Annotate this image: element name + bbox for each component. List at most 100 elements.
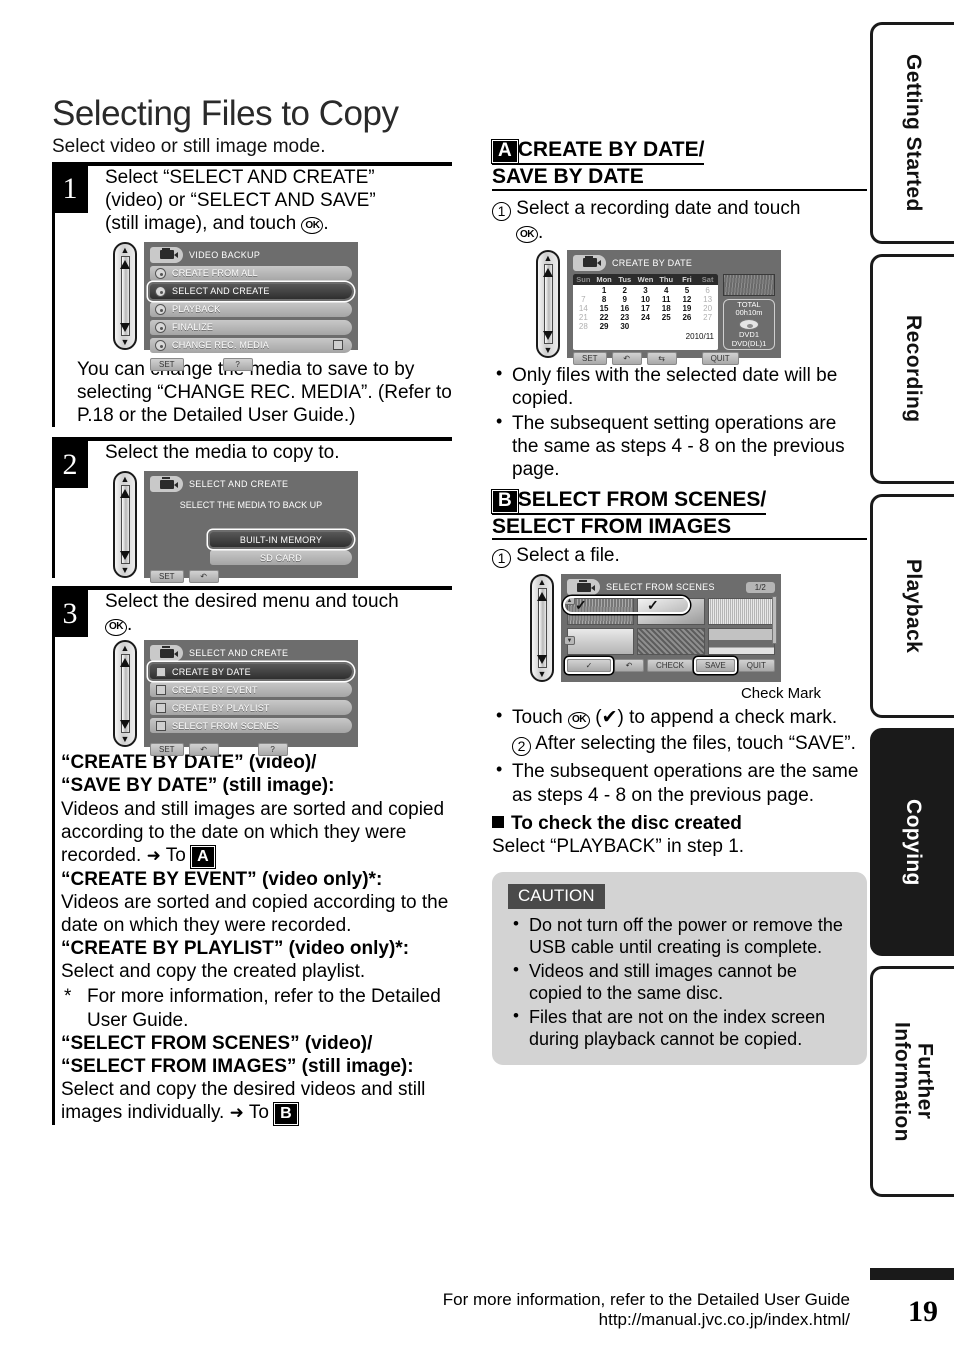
screen-title: SELECT AND CREATE — [189, 648, 289, 659]
scroll-down-icon[interactable]: ▼ — [121, 566, 130, 575]
scrollbar[interactable]: ▲ ▼ — [536, 249, 560, 358]
cal-cell[interactable]: 26 — [677, 313, 698, 322]
scrollbar[interactable]: ▲ ▼ — [530, 574, 554, 683]
cal-cell[interactable]: 4 — [656, 286, 677, 295]
menu-row[interactable]: CHANGE REC. MEDIA — [150, 337, 352, 353]
scroll-up-icon[interactable]: ▲ — [538, 578, 547, 587]
menu-row[interactable]: SELECT FROM SCENES — [150, 718, 352, 734]
tab-copying[interactable]: Copying — [870, 728, 954, 956]
option-sd-card[interactable]: SD CARD — [210, 550, 352, 566]
scrollbar[interactable]: ▲ ▼ — [113, 640, 137, 748]
arrow-icon: ➜ — [229, 1103, 244, 1123]
section-a-bullets: Only files with the selected date will b… — [492, 363, 867, 482]
thumbnail[interactable] — [567, 628, 635, 656]
scroll-down-icon[interactable]: ▼ — [121, 735, 130, 744]
scroll-up-icon[interactable]: ▲ — [121, 475, 130, 484]
tab-playback[interactable]: Playback — [870, 494, 954, 718]
thumbnail[interactable] — [567, 598, 635, 626]
back-button[interactable]: ↶ — [188, 743, 219, 757]
cal-cell[interactable]: 16 — [614, 304, 635, 313]
cal-cell[interactable]: 9 — [614, 295, 635, 304]
menu-row-selected[interactable]: CREATE BY DATE — [150, 664, 352, 680]
cal-cell[interactable]: 7 — [573, 295, 594, 304]
cal-cell[interactable]: 30 — [614, 322, 635, 331]
set-button[interactable]: SET — [150, 357, 184, 371]
scroll-down-icon[interactable]: ▼ — [544, 345, 553, 354]
cal-cell[interactable]: 14 — [573, 304, 594, 313]
scroll-thumb[interactable] — [120, 255, 130, 336]
tab-recording[interactable]: Recording — [870, 254, 954, 484]
scroll-down-icon[interactable]: ▼ — [121, 337, 130, 346]
scrollbar[interactable]: ▲ ▼ — [113, 241, 137, 350]
tab-further-information[interactable]: Further Information — [870, 966, 954, 1197]
cal-cell[interactable]: 6 — [697, 286, 718, 295]
calendar[interactable]: Sun Mon Tus Wen Thu Fri Sat 1 2 3 4 5 6 … — [573, 273, 718, 351]
scrollbar[interactable]: ▲ ▼ — [113, 471, 137, 579]
back-button[interactable]: ↶ — [614, 659, 644, 673]
thumb-scrollbar[interactable] — [771, 596, 777, 645]
thumbnail[interactable] — [637, 628, 705, 656]
scroll-up-icon[interactable]: ▲ — [121, 245, 130, 254]
thumbnail[interactable] — [707, 598, 775, 626]
cal-cell[interactable]: 8 — [594, 295, 615, 304]
cal-cell[interactable]: 17 — [635, 304, 656, 313]
scroll-thumb[interactable] — [543, 263, 553, 344]
back-button[interactable]: ↶ — [188, 570, 219, 584]
cal-cell[interactable]: 21 — [573, 313, 594, 322]
calendar-grid: 1 2 3 4 5 6 7 8 9 10 11 12 13 14 15 16 1… — [573, 285, 718, 331]
footnote-marker: * — [64, 986, 72, 1008]
cal-cell[interactable]: 20 — [697, 304, 718, 313]
cal-cell[interactable]: 5 — [677, 286, 698, 295]
quit-button[interactable]: QUIT — [737, 659, 775, 673]
step-3: 3 Select the desired menu and touch OK. … — [52, 590, 452, 1126]
cal-cell[interactable]: 10 — [635, 295, 656, 304]
cal-cell[interactable]: 3 — [635, 286, 656, 295]
cal-cell[interactable]: 22 — [594, 313, 615, 322]
list-item: Touch OK (✔) to append a check mark. — [492, 705, 867, 729]
menu-row[interactable]: FINALIZE — [150, 319, 352, 335]
save-button[interactable]: SAVE — [696, 659, 735, 673]
device-screen-calendar: ▲ ▼ CREATE BY DATE Sun Mon Tus Wen Thu F… — [536, 249, 781, 366]
cal-cell[interactable]: 12 — [677, 295, 698, 304]
screen-title: VIDEO BACKUP — [189, 249, 261, 260]
thumb-scroll-down-icon[interactable]: ▼ — [564, 636, 575, 646]
thumbnail[interactable] — [707, 628, 775, 656]
scroll-thumb[interactable] — [120, 485, 130, 565]
set-button[interactable]: SET — [150, 743, 184, 757]
cal-cell[interactable]: 25 — [656, 313, 677, 322]
scroll-up-icon[interactable]: ▲ — [544, 253, 553, 262]
thumbnail[interactable] — [637, 598, 705, 626]
cal-cell[interactable]: 27 — [697, 313, 718, 322]
cal-cell[interactable]: 2 — [614, 286, 635, 295]
cal-cell[interactable]: 24 — [635, 313, 656, 322]
cal-cell[interactable]: 18 — [656, 304, 677, 313]
section-b-step2-text: After selecting the files, touch “SAVE”. — [535, 733, 856, 755]
cal-cell[interactable]: 23 — [614, 313, 635, 322]
help-button[interactable]: ? — [222, 357, 253, 371]
cal-cell[interactable]: 11 — [656, 295, 677, 304]
option-built-in-memory[interactable]: BUILT-IN MEMORY — [210, 532, 352, 548]
check-button[interactable]: ✓ — [567, 659, 611, 673]
list-item: Videos and still images cannot be copied… — [508, 960, 851, 1005]
menu-row[interactable]: PLAYBACK — [150, 301, 352, 317]
scroll-up-icon[interactable]: ▲ — [121, 644, 130, 653]
thumb-scroll-up-icon[interactable]: ▲ — [564, 596, 575, 606]
cal-cell[interactable]: 28 — [573, 322, 594, 331]
menu-row[interactable]: CREATE BY EVENT — [150, 682, 352, 698]
check-label-button[interactable]: CHECK — [647, 659, 694, 673]
menu-row[interactable]: CREATE BY PLAYLIST — [150, 700, 352, 716]
set-button[interactable]: SET — [150, 570, 184, 584]
menu-row[interactable]: CREATE FROM ALL — [150, 265, 352, 281]
cal-cell[interactable]: 1 — [594, 286, 615, 295]
menu-row-selected[interactable]: SELECT AND CREATE — [150, 283, 352, 299]
cal-cell[interactable]: 15 — [594, 304, 615, 313]
scroll-thumb[interactable] — [120, 654, 130, 734]
scroll-thumb[interactable] — [537, 588, 547, 669]
cal-cell[interactable]: 29 — [594, 322, 615, 331]
cal-cell[interactable]: 19 — [677, 304, 698, 313]
tab-getting-started[interactable]: Getting Started — [870, 22, 954, 244]
cal-cell[interactable]: 13 — [697, 295, 718, 304]
help-button[interactable]: ? — [257, 743, 288, 757]
scroll-down-icon[interactable]: ▼ — [538, 670, 547, 679]
menu-row-label: SELECT AND CREATE — [172, 286, 270, 297]
